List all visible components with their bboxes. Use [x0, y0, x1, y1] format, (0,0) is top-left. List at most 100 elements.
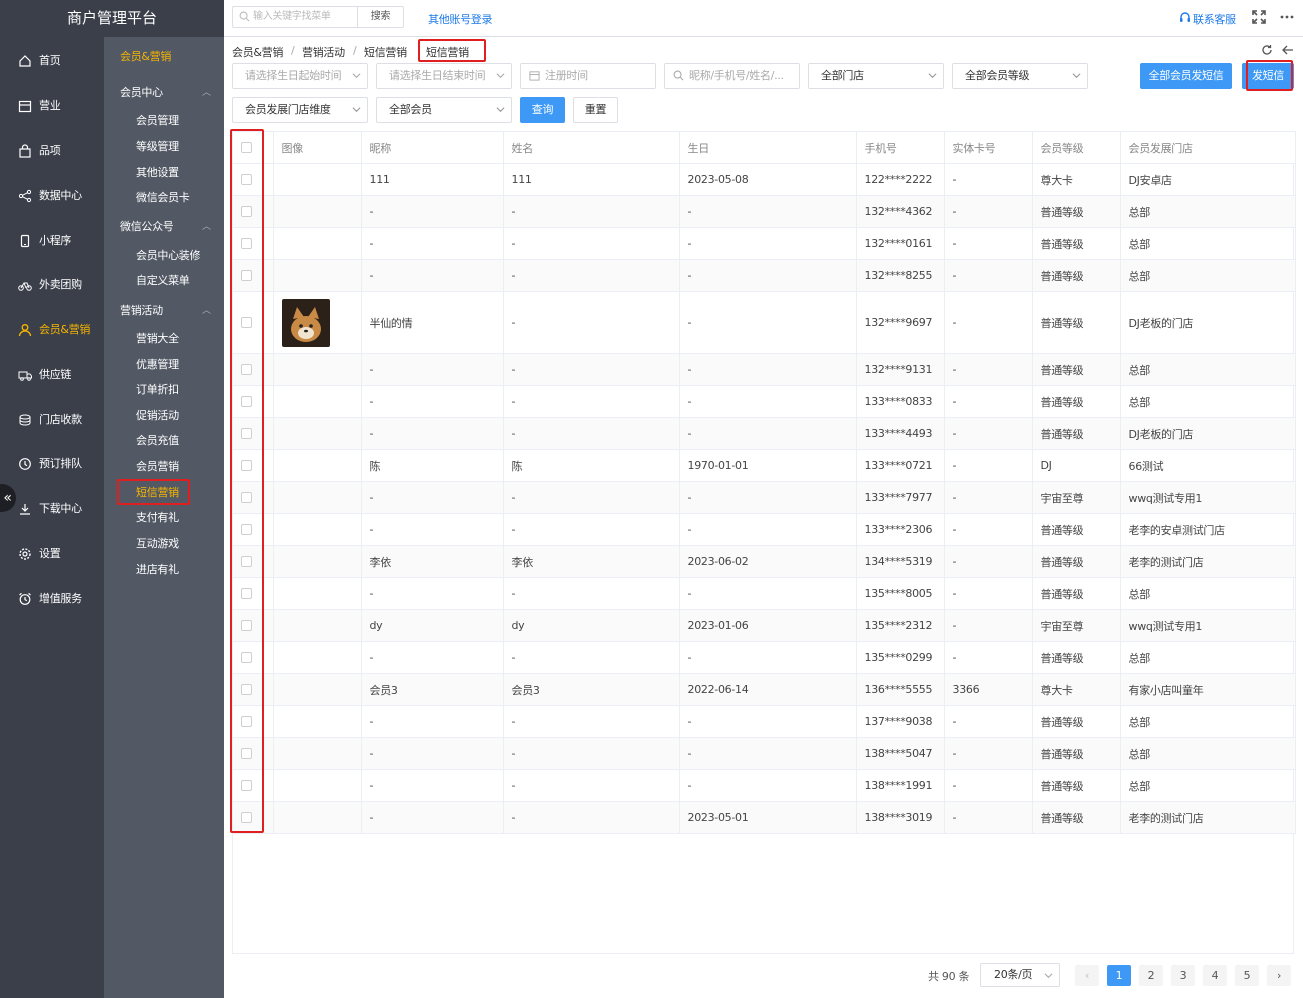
subnav-item[interactable]: 会员营销	[136, 459, 179, 475]
subnav-item[interactable]: 互动游戏	[136, 536, 179, 552]
row-checkbox[interactable]	[241, 270, 252, 281]
row-checkbox[interactable]	[241, 364, 252, 375]
avatar-cell	[273, 769, 362, 802]
row-checkbox[interactable]	[241, 428, 252, 439]
page-size-select[interactable]: 20条/页	[980, 963, 1060, 987]
table-cell: 135****8005	[856, 577, 945, 610]
select-all-header[interactable]	[233, 131, 274, 164]
subnav-item[interactable]: 进店有礼	[136, 562, 179, 578]
page-button-2[interactable]: 2	[1139, 965, 1163, 986]
breadcrumb-item[interactable]: 短信营销	[364, 44, 407, 60]
table-cell: dy	[361, 609, 504, 642]
nav-item-11[interactable]: 设置	[0, 542, 104, 566]
store-dimension-select[interactable]: 会员发展门店维度	[232, 97, 368, 123]
subnav-item[interactable]: 会员管理	[136, 113, 179, 129]
table-cell: -	[944, 577, 1033, 610]
nav-item-2[interactable]: 品项	[0, 139, 104, 163]
table-cell: -	[361, 481, 504, 514]
breadcrumb-item[interactable]: 营销活动	[302, 44, 345, 60]
table-row: - - -138****5047- 普通等级 总部	[233, 737, 1296, 770]
subnav-item[interactable]: 订单折扣	[136, 382, 179, 398]
birthday-end-select[interactable]: 请选择生日结束时间	[376, 63, 512, 89]
nav-item-3[interactable]: 数据中心	[0, 184, 104, 208]
subnav-group[interactable]: 微信公众号 ︿	[120, 219, 211, 235]
next-page-button[interactable]: ›	[1267, 965, 1291, 986]
subnav-item[interactable]: 自定义菜单	[136, 273, 190, 289]
row-checkbox[interactable]	[241, 812, 252, 823]
fullscreen-icon[interactable]	[1252, 10, 1266, 24]
row-checkbox[interactable]	[241, 238, 252, 249]
member-level-select[interactable]: 全部会员等级	[952, 63, 1088, 89]
table-row: - - -133****0833- 普通等级 总部	[233, 385, 1296, 418]
row-checkbox[interactable]	[241, 317, 252, 328]
row-checkbox[interactable]	[241, 556, 252, 567]
table-row: - - -132****0161- 普通等级 总部	[233, 227, 1296, 260]
nav-item-6[interactable]: 会员&营销	[0, 318, 104, 342]
page-button-4[interactable]: 4	[1203, 965, 1227, 986]
send-sms-button[interactable]: 发短信	[1242, 63, 1294, 89]
search-icon	[673, 70, 684, 81]
nav-item-7[interactable]: 供应链	[0, 363, 104, 387]
subnav-item[interactable]: 其他设置	[136, 165, 179, 181]
subnav-item[interactable]: 微信会员卡	[136, 190, 190, 206]
page-button-3[interactable]: 3	[1171, 965, 1195, 986]
query-button[interactable]: 查询	[520, 97, 565, 123]
store-select[interactable]: 全部门店	[808, 63, 944, 89]
subnav-group[interactable]: 营销活动 ︿	[120, 303, 211, 319]
row-checkbox[interactable]	[241, 588, 252, 599]
menu-search-button[interactable]: 搜索	[357, 6, 404, 28]
subnav-item[interactable]: 短信营销	[136, 485, 179, 501]
row-checkbox[interactable]	[241, 492, 252, 503]
subnav-group[interactable]: 会员中心 ︿	[120, 85, 211, 101]
row-checkbox[interactable]	[241, 780, 252, 791]
subnav-item[interactable]: 等级管理	[136, 139, 179, 155]
subnav-item[interactable]: 支付有礼	[136, 510, 179, 526]
select-all-checkbox[interactable]	[241, 142, 252, 153]
page-button-5[interactable]: 5	[1235, 965, 1259, 986]
register-time-picker[interactable]: 注册时间	[520, 63, 656, 89]
table-cell: 136****5555	[856, 673, 945, 706]
row-checkbox[interactable]	[241, 524, 252, 535]
member-type-select[interactable]: 全部会员	[376, 97, 512, 123]
subnav-item[interactable]: 会员中心装修	[136, 248, 201, 264]
send-sms-all-members-button[interactable]: 全部会员发短信	[1140, 63, 1232, 89]
row-checkbox[interactable]	[241, 620, 252, 631]
nav-item-8[interactable]: 门店收款	[0, 408, 104, 432]
page-button-1[interactable]: 1	[1107, 965, 1131, 986]
nav-item-1[interactable]: 营业	[0, 94, 104, 118]
row-checkbox[interactable]	[241, 206, 252, 217]
contact-support-link[interactable]: 联系客服	[1193, 11, 1236, 27]
back-arrow-icon[interactable]	[1282, 44, 1294, 56]
other-account-login-link[interactable]: 其他账号登录	[428, 11, 493, 27]
nav-item-0[interactable]: 首页	[0, 49, 104, 73]
subnav-item[interactable]: 优惠管理	[136, 357, 179, 373]
row-checkbox[interactable]	[241, 396, 252, 407]
subnav-item[interactable]: 促销活动	[136, 408, 179, 424]
table-cell: -	[503, 705, 680, 738]
more-icon[interactable]	[1280, 10, 1294, 24]
nav-item-9[interactable]: 预订排队	[0, 452, 104, 476]
chevron-down-icon	[928, 73, 937, 79]
birthday-start-select[interactable]: 请选择生日起始时间	[232, 63, 368, 89]
row-checkbox[interactable]	[241, 748, 252, 759]
member-table: 图像 昵称 姓名 生日 手机号 实体卡号 会员等级 会员发展门店 111 111 2023-05-…	[232, 131, 1296, 954]
nav-item-5[interactable]: 外卖团购	[0, 273, 104, 297]
refresh-icon[interactable]	[1261, 44, 1273, 56]
subnav-item[interactable]: 营销大全	[136, 331, 179, 347]
table-cell: -	[944, 449, 1033, 482]
table-row: - - -132****9131- 普通等级 总部	[233, 353, 1296, 386]
row-checkbox[interactable]	[241, 684, 252, 695]
nav-item-4[interactable]: 小程序	[0, 229, 104, 253]
nav-item-12[interactable]: 增值服务	[0, 587, 104, 611]
row-checkbox[interactable]	[241, 716, 252, 727]
reset-button[interactable]: 重置	[573, 97, 618, 123]
subnav-item[interactable]: 会员充值	[136, 433, 179, 449]
breadcrumb-item[interactable]: 会员&营销	[232, 44, 283, 60]
prev-page-button[interactable]: ‹	[1075, 965, 1099, 986]
row-checkbox[interactable]	[241, 174, 252, 185]
keyword-search-input[interactable]: 昵称/手机号/姓名/...	[664, 63, 800, 89]
row-checkbox[interactable]	[241, 652, 252, 663]
row-checkbox[interactable]	[241, 460, 252, 471]
subnav-title[interactable]: 会员&营销	[120, 49, 171, 65]
menu-search-input[interactable]: 输入关键字找菜单	[232, 6, 358, 28]
